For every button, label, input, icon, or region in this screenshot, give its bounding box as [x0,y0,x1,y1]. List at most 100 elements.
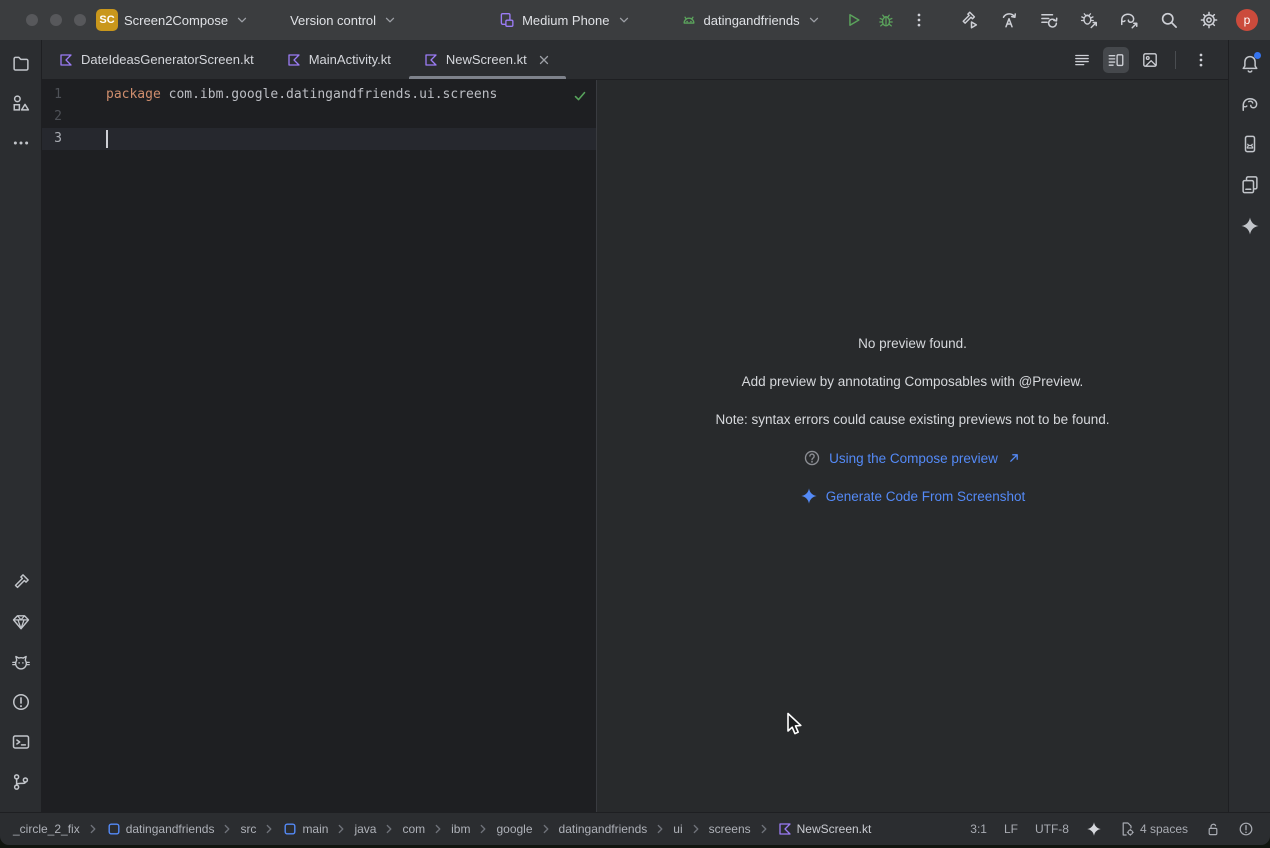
window-controls[interactable] [26,14,86,26]
tab-newscreen[interactable]: NewScreen.kt [407,40,568,79]
user-avatar[interactable]: p [1236,9,1258,31]
line-separator-widget[interactable]: LF [1004,822,1018,836]
running-list-button[interactable] [1036,7,1062,33]
file-gear-icon [1119,821,1135,837]
breadcrumb-item[interactable]: src [237,820,259,838]
mouse-cursor [786,712,805,738]
settings-button[interactable] [1196,7,1222,33]
breadcrumb: _circle_2_fix datingandfriends src main … [0,819,874,839]
device-icon [498,11,516,29]
tab-label: MainActivity.kt [309,52,391,67]
attach-debugger-button[interactable] [1076,7,1102,33]
breadcrumb-label: NewScreen.kt [797,822,872,836]
more-horizontal-icon [11,133,31,153]
app-quality-insights-tool-button[interactable] [5,606,37,638]
notifications-button[interactable] [1234,48,1266,80]
build-button[interactable] [956,7,982,33]
more-tool-windows-button[interactable] [5,127,37,159]
device-manager-tool-button[interactable] [1234,168,1266,200]
breadcrumb-item[interactable]: datingandfriends [103,819,218,839]
breadcrumb-item[interactable]: ibm [448,820,473,838]
project-widget[interactable]: SC Screen2Compose [96,9,250,31]
gradle-sync-button[interactable] [1116,7,1142,33]
tab-mainactivity[interactable]: MainActivity.kt [270,40,407,79]
preview-message-hint: Add preview by annotating Composables wi… [597,374,1228,389]
alert-circle-icon [11,692,31,712]
project-tool-button[interactable] [5,47,37,79]
breadcrumb-item[interactable]: main [279,819,331,839]
readonly-toggle[interactable] [1205,821,1221,837]
tab-dateideasgeneratorscreen[interactable]: DateIdeasGeneratorScreen.kt [42,40,270,79]
encoding-widget[interactable]: UTF-8 [1035,822,1069,836]
preview-message-note: Note: syntax errors could cause existing… [597,412,1228,427]
problems-tool-button[interactable] [5,686,37,718]
code-line-current[interactable]: 3 [42,128,596,150]
android-icon [680,11,698,29]
preview-message-title: No preview found. [597,336,1228,351]
gemini-tool-button[interactable] [1234,210,1266,242]
caret-position-widget[interactable]: 3:1 [970,822,987,836]
minimize-window-button[interactable] [50,14,62,26]
close-tab-icon[interactable] [536,52,552,68]
title-bar: SC Screen2Compose Version control Medium… [0,0,1270,40]
sparkle-icon [800,487,818,505]
version-control-label: Version control [290,13,376,28]
search-everywhere-button[interactable] [1156,7,1182,33]
breadcrumb-item[interactable]: java [351,820,379,838]
git-branch-icon [11,772,31,792]
status-widgets: 3:1 LF UTF-8 4 spaces [970,821,1270,837]
breadcrumb-item[interactable]: google [493,820,535,838]
breadcrumb-item[interactable]: datingandfriends [556,820,651,838]
breadcrumb-item-current-file[interactable]: NewScreen.kt [774,819,875,839]
code-line[interactable]: 1 package com.ibm.google.datingandfriend… [42,80,596,106]
run-button[interactable] [840,7,866,33]
module-icon [106,821,122,837]
close-window-button[interactable] [26,14,38,26]
debug-button[interactable] [873,7,899,33]
editor-tab-bar: DateIdeasGeneratorScreen.kt MainActivity… [42,40,1228,80]
chevron-down-icon [234,12,250,28]
gear-icon [1199,10,1219,30]
breadcrumb-item[interactable]: _circle_2_fix [10,820,83,838]
indent-widget[interactable]: 4 spaces [1119,821,1188,837]
split-view-button[interactable] [1103,47,1129,73]
version-control-menu[interactable]: Version control [290,12,398,28]
chevron-down-icon [616,12,632,28]
generate-code-from-screenshot-link[interactable]: Generate Code From Screenshot [826,489,1026,504]
preview-generate-row: Generate Code From Screenshot [597,487,1228,505]
design-view-button[interactable] [1137,47,1163,73]
compose-preview-help-link[interactable]: Using the Compose preview [829,450,1022,466]
device-selector[interactable]: Medium Phone [498,11,631,29]
terminal-tool-button[interactable] [5,726,37,758]
more-run-options-button[interactable] [906,7,932,33]
apply-changes-button[interactable] [996,7,1022,33]
breadcrumb-label: src [240,822,256,836]
gradle-tool-button[interactable] [1234,88,1266,120]
breadcrumb-label: datingandfriends [559,822,648,836]
keyword: package [106,87,161,102]
zoom-window-button[interactable] [74,14,86,26]
editor-options-button[interactable] [1188,47,1214,73]
breadcrumb-item[interactable]: com [399,820,428,838]
breadcrumb-label: datingandfriends [126,822,215,836]
gemini-status-widget[interactable] [1086,821,1102,837]
breadcrumb-item[interactable]: ui [670,820,685,838]
inspections-widget[interactable] [1238,821,1254,837]
resource-manager-tool-button[interactable] [5,87,37,119]
check-icon [572,88,588,104]
logcat-tool-button[interactable] [5,646,37,678]
inspection-status[interactable] [572,88,588,104]
chevron-right-icon [85,821,101,837]
code-view-button[interactable] [1069,47,1095,73]
version-control-tool-button[interactable] [5,766,37,798]
run-configuration-selector[interactable]: datingandfriends [680,11,822,29]
running-devices-tool-button[interactable] [1234,128,1266,160]
help-link-label: Using the Compose preview [829,451,998,466]
code-editor[interactable]: 1 package com.ibm.google.datingandfriend… [42,80,596,812]
breadcrumb-item[interactable]: screens [706,820,754,838]
package-path: com.ibm.google.datingandfriends.ui.scree… [169,87,498,102]
code-line[interactable]: 2 [42,106,596,128]
build-tool-button[interactable] [5,566,37,598]
chevron-right-icon [475,821,491,837]
module-icon [282,821,298,837]
